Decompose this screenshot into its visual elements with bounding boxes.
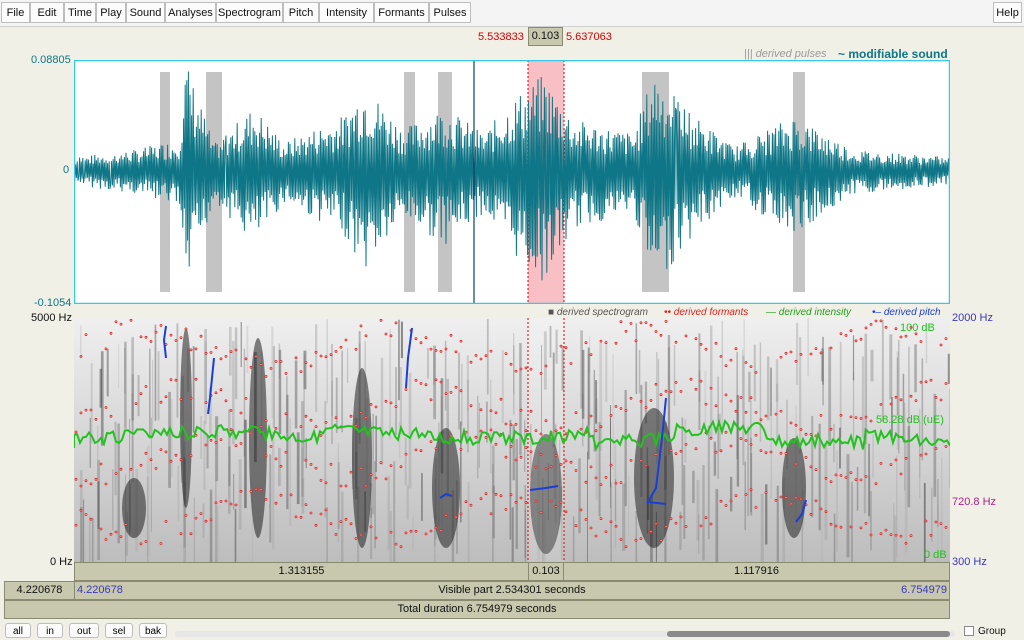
zoom-out-button[interactable]: out <box>69 623 99 638</box>
zoom-all-button[interactable]: all <box>5 623 31 638</box>
visible-start-value: 4.220678 <box>77 584 123 596</box>
selection-duration: 0.103 <box>528 27 563 46</box>
menu-bar: File Edit Time Play Sound Analyses Spect… <box>0 0 1024 27</box>
group-label: Group <box>978 626 1006 637</box>
spec-freq-max: 5000 Hz <box>31 312 72 324</box>
legend-modifiable-sound: ~ modifiable sound <box>838 47 948 61</box>
segment-selection-value: 0.103 <box>532 565 560 577</box>
intensity-min-label: 0 dB <box>924 549 947 561</box>
group-checkbox[interactable] <box>964 626 974 636</box>
intensity-max-label: 100 dB <box>900 322 935 334</box>
window-left-bar[interactable]: 4.220678 <box>4 581 75 600</box>
selection-start: 5.533833 <box>478 31 524 43</box>
visible-part-bar[interactable]: 4.220678 Visible part 2.534301 seconds 6… <box>74 581 950 600</box>
visible-part-label: Visible part 2.534301 seconds <box>438 584 586 596</box>
zoom-in-button[interactable]: in <box>37 623 63 638</box>
menu-sound[interactable]: Sound <box>126 2 165 23</box>
pitch-max-label: 2000 Hz <box>952 312 993 324</box>
legend-formants-label: derived formants <box>673 307 749 318</box>
menu-file[interactable]: File <box>1 2 30 23</box>
legend-derived-pulses: ||| derived pulses <box>744 48 827 60</box>
selection-end: 5.637063 <box>566 31 612 43</box>
visible-end-value: 6.754979 <box>901 584 947 596</box>
legend-pitch-label: derived pitch <box>883 307 941 318</box>
segment-selection-bar[interactable]: 0.103 <box>528 562 564 581</box>
waveform-view[interactable] <box>74 60 950 304</box>
menu-intensity[interactable]: Intensity <box>319 2 374 23</box>
horizontal-scroll-thumb[interactable] <box>667 631 950 637</box>
legend-intensity-label: derived intensity <box>778 307 852 318</box>
zoom-back-button[interactable]: bak <box>139 623 167 638</box>
menu-analyses[interactable]: Analyses <box>165 2 216 23</box>
wave-y-zero: 0 <box>63 164 70 176</box>
menu-help[interactable]: Help <box>993 2 1022 23</box>
intensity-value-label: 58.28 dB (uE) <box>876 414 944 426</box>
window-left-value: 4.220678 <box>16 584 63 596</box>
segment-right-value: 1.117916 <box>733 565 780 577</box>
menu-pulses[interactable]: Pulses <box>429 2 471 23</box>
menu-formants[interactable]: Formants <box>374 2 429 23</box>
legend-derived-spectrogram: ■ derived spectrogram <box>548 307 648 318</box>
pitch-value-label: 720.8 Hz <box>952 496 997 508</box>
zoom-sel-button[interactable]: sel <box>105 623 133 638</box>
menu-time[interactable]: Time <box>64 2 96 23</box>
wave-y-max: 0.08805 <box>31 54 71 66</box>
segment-left-value: 1.313155 <box>278 565 325 577</box>
segment-right-bar[interactable]: 1.117916 <box>563 562 950 581</box>
wave-y-min: -0.1054 <box>34 297 72 309</box>
legend-spectrogram-label: derived spectrogram <box>556 307 648 318</box>
pitch-min-label: 300 Hz <box>952 556 987 568</box>
menu-edit[interactable]: Edit <box>30 2 64 23</box>
total-duration-bar[interactable]: Total duration 6.754979 seconds <box>4 600 950 619</box>
menu-play[interactable]: Play <box>96 2 126 23</box>
total-duration-label: Total duration 6.754979 seconds <box>397 603 557 615</box>
menu-pitch[interactable]: Pitch <box>283 2 319 23</box>
legend-derived-formants: •• derived formants <box>664 307 749 318</box>
legend-derived-pitch: •– derived pitch <box>872 307 941 318</box>
spectrogram-view[interactable]: 100 dB 58.28 dB (uE) 0 dB <box>74 318 950 562</box>
segment-left-bar[interactable]: 1.313155 <box>74 562 529 581</box>
menu-spectrogram[interactable]: Spectrogram <box>216 2 283 23</box>
spec-freq-min: 0 Hz <box>50 556 73 568</box>
legend-derived-intensity: — derived intensity <box>766 307 852 318</box>
